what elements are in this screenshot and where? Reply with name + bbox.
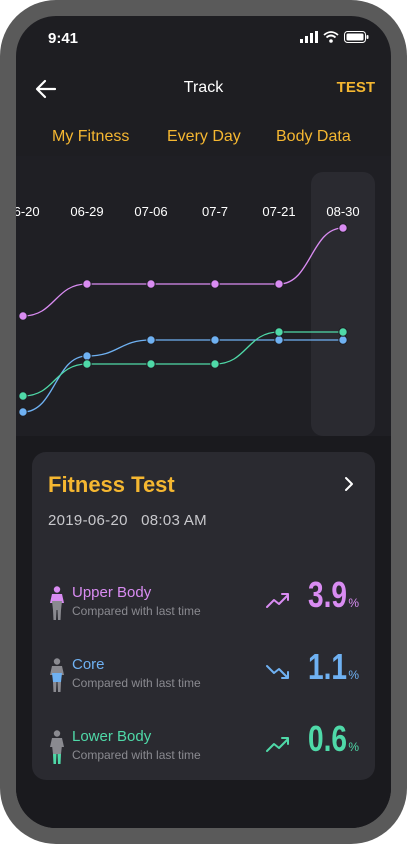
data-point[interactable] xyxy=(210,279,220,289)
data-point[interactable] xyxy=(82,351,92,361)
x-tick-label: 08-30 xyxy=(326,204,359,219)
chevron-right-icon[interactable] xyxy=(343,476,355,492)
metric-value: 3.9 xyxy=(307,574,347,615)
metric-unit: % xyxy=(348,596,359,610)
data-point[interactable] xyxy=(18,391,28,401)
phone-frame: 9:41 Track TEST My Fitness Every Day Bod… xyxy=(0,0,407,844)
body-figure-icon xyxy=(50,658,64,692)
status-icons xyxy=(300,31,369,43)
data-point[interactable] xyxy=(82,279,92,289)
battery-icon xyxy=(344,31,369,43)
data-point[interactable] xyxy=(18,407,28,417)
trend-down-icon xyxy=(266,665,289,679)
status-time: 9:41 xyxy=(48,30,79,47)
data-point[interactable] xyxy=(274,279,284,289)
test-date: 2019-06-20 xyxy=(48,512,128,529)
screen: 9:41 Track TEST My Fitness Every Day Bod… xyxy=(16,16,391,828)
test-time: 08:03 AM xyxy=(141,512,207,529)
status-bar: 9:41 xyxy=(16,16,391,60)
data-point[interactable] xyxy=(338,335,348,345)
metric-unit: % xyxy=(348,740,359,754)
series-line xyxy=(22,331,343,397)
tab-every-day[interactable]: Every Day xyxy=(167,128,241,146)
test-button[interactable]: TEST xyxy=(337,79,375,96)
data-point[interactable] xyxy=(146,359,156,369)
body-figure-icon xyxy=(50,730,64,764)
tab-my-fitness[interactable]: My Fitness xyxy=(49,128,132,159)
data-point[interactable] xyxy=(210,335,220,345)
nav-bar: Track TEST xyxy=(16,72,391,104)
metric-label: Upper Body xyxy=(72,584,152,601)
metric-row[interactable]: Lower Body Compared with last time 0.6 % xyxy=(32,718,375,770)
x-tick-label: 07-21 xyxy=(262,204,295,219)
metric-label: Lower Body xyxy=(72,728,152,745)
lower-section: Fitness Test 2019-06-20 08:03 AM Upper B… xyxy=(16,436,391,828)
fitness-test-card[interactable]: Fitness Test 2019-06-20 08:03 AM Upper B… xyxy=(32,452,375,780)
data-point[interactable] xyxy=(338,223,348,233)
x-tick-label: 06-29 xyxy=(70,204,103,219)
metric-subtitle: Compared with last time xyxy=(72,676,201,690)
line-chart: 06-20 06-29 07-06 07-7 07-21 08-30 xyxy=(16,172,375,436)
metric-row[interactable]: Core Compared with last time 1.1 % xyxy=(32,646,375,698)
metric-subtitle: Compared with last time xyxy=(72,604,201,618)
metric-value: 0.6 xyxy=(307,718,347,759)
data-point[interactable] xyxy=(146,279,156,289)
trend-up-icon xyxy=(266,593,289,608)
x-tick-label: 07-7 xyxy=(202,204,228,219)
data-point[interactable] xyxy=(18,311,28,321)
data-point[interactable] xyxy=(82,359,92,369)
x-tick-label: 07-06 xyxy=(134,204,167,219)
metric-row[interactable]: Upper Body Compared with last time 3.9 % xyxy=(32,574,375,626)
metric-subtitle: Compared with last time xyxy=(72,748,201,762)
card-title: Fitness Test xyxy=(48,472,175,497)
page-title: Track xyxy=(183,79,224,96)
data-point[interactable] xyxy=(338,327,348,337)
data-point[interactable] xyxy=(210,359,220,369)
trend-up-icon xyxy=(266,737,289,752)
data-point[interactable] xyxy=(274,335,284,345)
body-figure-icon xyxy=(50,586,64,620)
metric-unit: % xyxy=(348,668,359,682)
signal-icon xyxy=(300,31,318,43)
tab-bar: My Fitness Every Day Body Data xyxy=(16,126,391,159)
data-point[interactable] xyxy=(146,335,156,345)
series-line xyxy=(22,339,343,413)
wifi-icon xyxy=(323,31,339,43)
fitness-chart[interactable]: 06-20 06-29 07-06 07-7 07-21 08-30 xyxy=(16,156,391,436)
metric-label: Core xyxy=(72,656,105,673)
series-line xyxy=(22,227,344,317)
x-tick-label: 06-20 xyxy=(16,204,40,219)
tab-body-data[interactable]: Body Data xyxy=(276,128,351,146)
data-point[interactable] xyxy=(274,327,284,337)
test-datetime: 2019-06-20 08:03 AM xyxy=(48,512,207,529)
metric-value: 1.1 xyxy=(307,646,347,687)
